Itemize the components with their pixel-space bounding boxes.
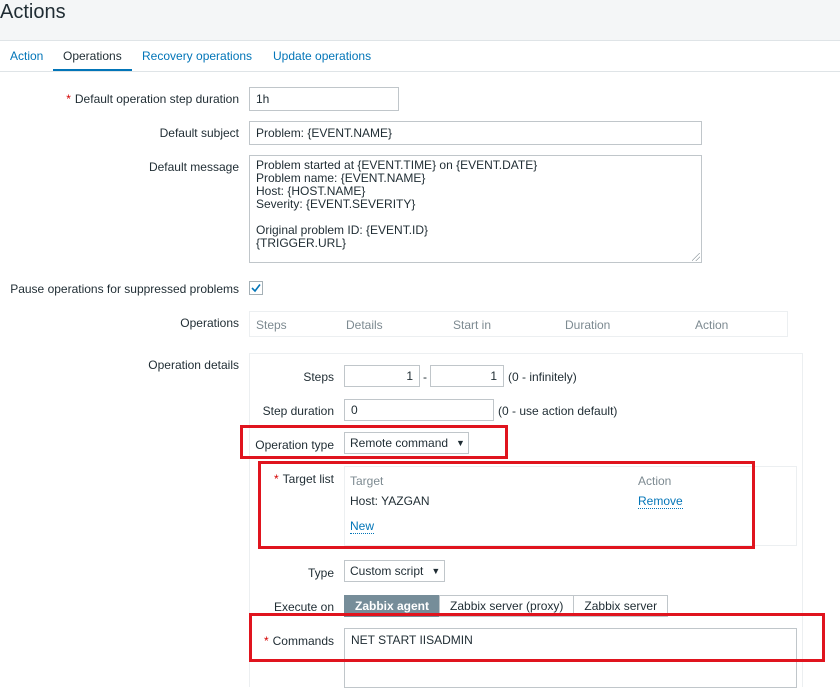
required-marker: * (273, 472, 279, 486)
step-duration-label: * Default operation step duration (66, 92, 239, 106)
required-marker: * (263, 634, 269, 648)
column-header-action: Action (695, 318, 729, 332)
tab-update-operations[interactable]: Update operations (273, 48, 371, 66)
steps-to-input[interactable]: 1 (430, 365, 504, 387)
commands-textarea[interactable]: NET START IISADMIN (344, 628, 797, 688)
default-subject-label: Default subject (159, 126, 239, 140)
pause-operations-label: Pause operations for suppressed problems (10, 282, 239, 296)
script-type-value: Custom script (350, 564, 424, 578)
target-list-label: * Target list (273, 472, 334, 486)
tab-action[interactable]: Action (10, 48, 43, 66)
column-header-steps: Steps (256, 318, 287, 332)
page-title: Actions (0, 1, 66, 23)
execute-on-zabbix-server[interactable]: Zabbix server (573, 595, 669, 617)
operation-type-select[interactable]: Remote command ▼ (344, 432, 469, 454)
steps-separator: - (423, 370, 427, 384)
message-line: {TRIGGER.URL} (256, 236, 347, 250)
operation-type-label: Operation type (255, 438, 334, 452)
operation-details-label: Operation details (148, 358, 239, 372)
execute-on-radio-group: Zabbix agent Zabbix server (proxy) Zabbi… (344, 595, 669, 617)
dropdown-arrow-icon: ▼ (431, 566, 441, 576)
remove-target-link[interactable]: Remove (638, 495, 683, 509)
target-list-table: Target Action Host: YAZGAN Remove New (344, 466, 797, 546)
column-header-start-in: Start in (453, 318, 492, 332)
target-host: Host: YAZGAN (350, 494, 430, 508)
command-line: NET START IISADMIN (351, 633, 473, 647)
column-header-target-action: Action (638, 474, 672, 488)
tab-bar: Action Operations Recovery operations Up… (0, 41, 840, 72)
tab-operations[interactable]: Operations (63, 48, 122, 66)
steps-from-input[interactable]: 1 (344, 365, 420, 387)
step-duration-input[interactable]: 0 (344, 399, 494, 421)
default-step-duration-input[interactable]: 1h (249, 87, 399, 111)
operation-type-value: Remote command (350, 436, 449, 450)
column-header-target: Target (350, 474, 384, 488)
operations-table: Steps Details Start in Duration Action (249, 311, 788, 337)
default-message-textarea[interactable]: Problem started at {EVENT.TIME} on {EVEN… (249, 155, 702, 263)
commands-label: * Commands (263, 634, 334, 648)
execute-on-label: Execute on (273, 600, 334, 614)
steps-hint: (0 - infinitely) (508, 370, 577, 384)
checkmark-icon (251, 284, 261, 293)
page-header: Actions (0, 0, 840, 41)
column-header-details: Details (346, 318, 383, 332)
message-line: Severity: {EVENT.SEVERITY} (256, 197, 416, 211)
column-header-duration: Duration (565, 318, 611, 332)
type-label: Type (307, 566, 334, 580)
execute-on-zabbix-agent[interactable]: Zabbix agent (344, 595, 441, 617)
required-marker: * (66, 92, 71, 106)
default-message-label: Default message (148, 160, 239, 174)
script-type-select[interactable]: Custom script ▼ (344, 560, 445, 582)
step-duration-detail-label: Step duration (262, 404, 334, 418)
active-tab-indicator (53, 69, 132, 71)
default-subject-input[interactable]: Problem: {EVENT.NAME} (249, 121, 702, 145)
dropdown-arrow-icon: ▼ (456, 438, 465, 448)
execute-on-zabbix-server-proxy[interactable]: Zabbix server (proxy) (439, 595, 575, 617)
step-duration-hint: (0 - use action default) (498, 404, 618, 418)
steps-label: Steps (303, 370, 334, 384)
new-target-link[interactable]: New (350, 520, 375, 534)
operations-label: Operations (180, 316, 239, 330)
tab-recovery-operations[interactable]: Recovery operations (142, 48, 252, 66)
pause-operations-checkbox[interactable] (249, 281, 263, 295)
resize-grip-icon[interactable] (692, 253, 700, 261)
